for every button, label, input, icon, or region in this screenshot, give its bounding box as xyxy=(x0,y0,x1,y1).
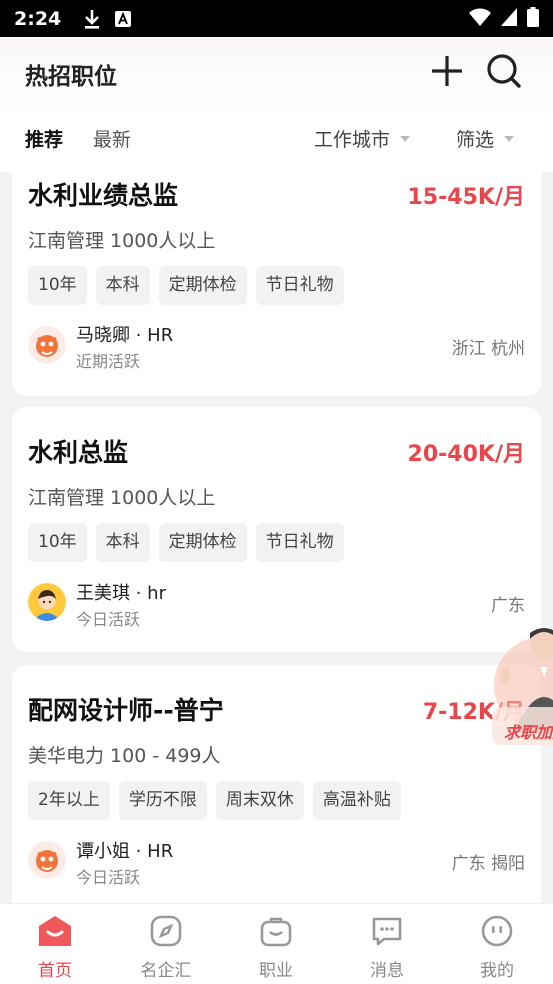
download-icon xyxy=(83,9,101,29)
job-salary: 15-45K/月 xyxy=(407,185,525,210)
promo-label: 求职加速 xyxy=(504,723,553,742)
job-title: 配网设计师--普宁 xyxy=(28,696,224,725)
hr-name: 王美琪 · hr xyxy=(76,583,166,604)
tag: 10年 xyxy=(28,266,87,305)
job-salary: 20-40K/月 xyxy=(407,442,525,467)
search-icon xyxy=(486,53,522,93)
company-info: 美华电力 100 - 499人 xyxy=(28,745,221,767)
nav-career[interactable]: 职业 xyxy=(236,914,316,981)
nav-label: 消息 xyxy=(370,961,404,981)
hr-name: 马晓卿 · HR xyxy=(76,325,174,346)
tag: 定期体检 xyxy=(158,266,247,305)
search-button[interactable] xyxy=(482,51,526,95)
tag: 2年以上 xyxy=(28,781,110,820)
job-title: 水利业绩总监 xyxy=(28,181,179,210)
company-info: 江南管理 1000人以上 xyxy=(28,487,216,509)
job-card[interactable]: 配网设计师--普宁 7-12K/月 美华电力 100 - 499人 2年以上 学… xyxy=(12,665,541,903)
message-icon xyxy=(370,914,404,948)
avatar xyxy=(28,583,66,621)
tab-recommended[interactable]: 推荐 xyxy=(25,125,63,152)
status-bar: 2:24 xyxy=(0,0,553,37)
tab-latest[interactable]: 最新 xyxy=(93,125,131,152)
nav-label: 首页 xyxy=(38,961,72,981)
avatar xyxy=(28,326,66,364)
nav-profile[interactable]: 我的 xyxy=(457,914,537,981)
filter-button[interactable]: 筛选 xyxy=(456,125,515,152)
avatar xyxy=(28,841,66,879)
hr-active-status: 今日活跃 xyxy=(76,610,141,629)
nav-label: 名企汇 xyxy=(140,961,192,981)
nav-label: 职业 xyxy=(259,961,293,981)
tag: 本科 xyxy=(95,523,150,562)
notification-a-icon xyxy=(115,10,132,27)
compass-icon xyxy=(149,914,183,948)
signal-icon xyxy=(501,7,517,30)
status-time: 2:24 xyxy=(14,7,62,30)
nav-home[interactable]: 首页 xyxy=(15,914,95,981)
company-info: 江南管理 1000人以上 xyxy=(28,230,216,252)
tag: 学历不限 xyxy=(118,781,207,820)
job-location: 广东 揭阳 xyxy=(451,854,525,874)
job-card[interactable]: 水利总监 20-40K/月 江南管理 1000人以上 10年 本科 定期体检 节… xyxy=(12,407,541,652)
filter-label: 筛选 xyxy=(456,129,495,151)
tag: 本科 xyxy=(95,266,150,305)
tag: 节日礼物 xyxy=(255,266,344,305)
nav-label: 我的 xyxy=(480,961,514,981)
job-boost-float-button[interactable]: 求职加速 xyxy=(492,615,553,750)
bottom-nav: 首页 名企汇 职业 消息 我的 xyxy=(0,903,553,984)
battery-icon xyxy=(527,6,539,31)
profile-icon xyxy=(480,914,514,948)
job-title: 水利总监 xyxy=(28,438,129,467)
tag-list: 10年 本科 定期体检 节日礼物 xyxy=(28,266,344,305)
tag: 节日礼物 xyxy=(255,523,344,562)
job-location: 浙江 杭州 xyxy=(451,339,525,359)
bag-icon xyxy=(259,914,293,948)
hr-active-status: 近期活跃 xyxy=(76,352,141,371)
wifi-icon xyxy=(469,8,491,30)
plus-icon xyxy=(430,54,464,92)
hr-name: 谭小姐 · HR xyxy=(76,841,174,862)
city-filter[interactable]: 工作城市 xyxy=(314,125,411,152)
home-icon xyxy=(38,914,72,948)
page-title: 热招职位 xyxy=(25,64,117,90)
tag-list: 10年 本科 定期体检 节日礼物 xyxy=(28,523,344,562)
job-list: 水利业绩总监 15-45K/月 江南管理 1000人以上 10年 本科 定期体检… xyxy=(0,172,553,903)
caret-down-icon xyxy=(504,135,515,142)
tag: 10年 xyxy=(28,523,87,562)
add-button[interactable] xyxy=(425,51,469,95)
header: 热招职位 推荐 最新 工作城市 筛选 xyxy=(0,37,553,172)
nav-companies[interactable]: 名企汇 xyxy=(126,914,206,981)
job-location: 广东 xyxy=(491,596,525,616)
nav-messages[interactable]: 消息 xyxy=(347,914,427,981)
tag: 定期体检 xyxy=(158,523,247,562)
city-filter-label: 工作城市 xyxy=(314,129,391,151)
caret-down-icon xyxy=(400,135,411,142)
tag-list: 2年以上 学历不限 周末双休 高温补贴 xyxy=(28,781,401,820)
tab-bar: 推荐 最新 工作城市 筛选 xyxy=(0,123,553,157)
tag: 高温补贴 xyxy=(312,781,401,820)
tag: 周末双休 xyxy=(215,781,304,820)
hr-active-status: 今日活跃 xyxy=(76,868,141,887)
job-card[interactable]: 水利业绩总监 15-45K/月 江南管理 1000人以上 10年 本科 定期体检… xyxy=(12,172,541,396)
